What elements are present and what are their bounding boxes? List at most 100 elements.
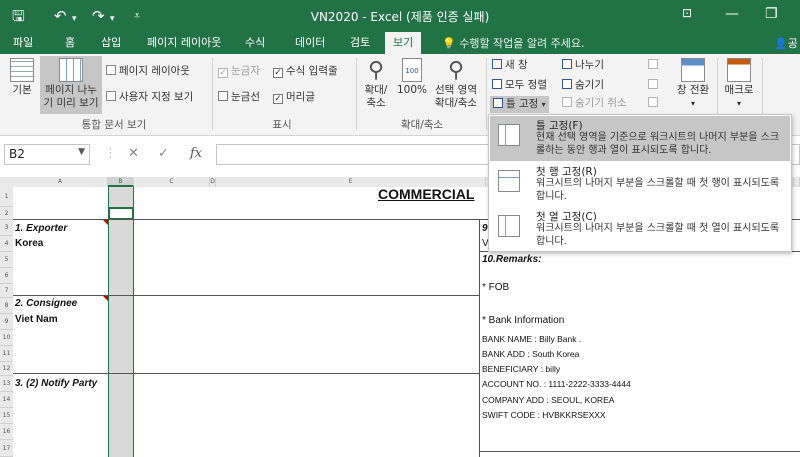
cell-border bbox=[479, 219, 480, 457]
switch-windows-button[interactable]: 창 전환 ▾ bbox=[672, 58, 714, 110]
tell-me-text: 수행할 작업을 알려 주세요. bbox=[459, 37, 585, 50]
ruler-checkbox[interactable]: ✓ 눈금자 bbox=[218, 64, 260, 78]
exporter-value: Korea bbox=[15, 238, 44, 249]
ruler-check-icon: ✓ bbox=[218, 68, 228, 78]
menu-item-freeze-top-row[interactable]: 첫 행 고정(R) 워크시트의 나머지 부분을 스크롤할 때 첫 행이 표시되도… bbox=[490, 162, 790, 207]
comment-indicator[interactable] bbox=[103, 296, 108, 301]
row-header[interactable]: 1 bbox=[0, 187, 13, 207]
tab-view[interactable]: 보기 bbox=[385, 32, 422, 54]
restore-icon[interactable]: ❐ bbox=[765, 6, 778, 22]
selected-column-b[interactable] bbox=[108, 187, 134, 457]
headings-checkbox[interactable]: ✓ 머리글 bbox=[273, 90, 315, 104]
group-separator bbox=[486, 58, 487, 130]
zoom-button[interactable]: ⚲ 확대/ 축소 bbox=[360, 58, 392, 110]
row-header[interactable]: 10 bbox=[0, 330, 13, 346]
macros-button[interactable]: 매크로 ▾ bbox=[720, 58, 758, 110]
hide-button[interactable]: 숨기기 bbox=[562, 78, 604, 92]
tab-formulas[interactable]: 수식 bbox=[245, 35, 265, 51]
row-header[interactable]: 11 bbox=[0, 346, 13, 362]
cell-border bbox=[13, 373, 479, 374]
ribbon-display-icon[interactable]: ⊡ bbox=[682, 6, 692, 20]
macros-icon bbox=[727, 58, 751, 82]
row-header[interactable]: 6 bbox=[0, 268, 13, 284]
row-header[interactable]: 13 bbox=[0, 376, 13, 392]
menu-item-freeze-first-column[interactable]: 첫 열 고정(C) 워크시트의 나머지 부분을 스크롤할 때 첫 열이 표시되도… bbox=[490, 207, 790, 252]
zoom-100-label: 100% bbox=[396, 84, 428, 96]
account-button[interactable]: 👤공 bbox=[774, 35, 798, 51]
tell-me-box[interactable]: 💡 수행할 작업을 알려 주세요. bbox=[442, 35, 585, 51]
tab-home[interactable]: 홈 bbox=[65, 35, 75, 51]
freeze-panes-icon bbox=[493, 98, 503, 108]
row-header[interactable]: 15 bbox=[0, 408, 13, 424]
column-header-a[interactable]: A bbox=[13, 177, 108, 187]
headings-label: 머리글 bbox=[286, 91, 315, 103]
bank-info-heading: * Bank Information bbox=[482, 315, 565, 326]
custom-views-button[interactable]: 사용자 지정 보기 bbox=[106, 90, 193, 104]
beneficiary: BENEFICIARY : billy bbox=[482, 364, 561, 374]
minimize-icon[interactable]: — bbox=[725, 6, 739, 22]
arrange-all-button[interactable]: 모두 정렬 bbox=[492, 78, 547, 92]
menu-item-freeze-panes[interactable]: 틀 고정(F) 현재 선택 영역을 기준으로 워크시트의 나머지 부분을 스크롤… bbox=[490, 116, 790, 161]
swift-code: SWIFT CODE : HVBKKRSEXXX bbox=[482, 410, 606, 420]
account-label: 공 bbox=[787, 37, 798, 50]
tab-page-layout[interactable]: 페이지 레이아웃 bbox=[147, 35, 221, 51]
gridlines-check-icon bbox=[218, 91, 228, 101]
tab-file[interactable]: 파일 bbox=[13, 35, 33, 51]
consignee-value: Viet Nam bbox=[15, 314, 58, 325]
row-header[interactable]: 17 bbox=[0, 440, 13, 457]
sync-scroll-icon[interactable] bbox=[648, 78, 661, 92]
page-layout-view-button[interactable]: 페이지 레이아웃 bbox=[106, 64, 190, 78]
unhide-button[interactable]: 숨기기 취소 bbox=[562, 96, 627, 110]
freeze-panes-icon bbox=[498, 124, 520, 146]
normal-view-button[interactable]: 기본 bbox=[6, 58, 38, 97]
freeze-panes-button[interactable]: 틀 고정 ▾ bbox=[490, 96, 549, 113]
arrange-all-icon bbox=[492, 79, 502, 89]
reset-window-icon[interactable] bbox=[648, 96, 661, 110]
page-break-preview-icon bbox=[59, 58, 83, 82]
tab-insert[interactable]: 삽입 bbox=[101, 35, 121, 51]
split-button[interactable]: 나누기 bbox=[562, 58, 604, 72]
unhide-icon bbox=[562, 97, 572, 107]
hide-icon bbox=[562, 79, 572, 89]
comment-indicator[interactable] bbox=[103, 220, 108, 225]
name-box[interactable]: B2 ▼ bbox=[4, 144, 90, 165]
menu-item-description: 워크시트의 나머지 부분을 스크롤할 때 첫 행이 표시되도록 합니다. bbox=[536, 178, 780, 202]
zoom-label-1: 확대/ bbox=[364, 84, 388, 96]
ribbon-tabs: 파일 홈 삽입 페이지 레이아웃 수식 데이터 검토 보기 💡 수행할 작업을 … bbox=[0, 32, 800, 54]
zoom-100-button[interactable]: 100 100% bbox=[396, 58, 428, 97]
row-header[interactable]: 7 bbox=[0, 284, 13, 298]
enter-icon[interactable]: ✓ bbox=[158, 146, 169, 161]
insert-function-icon[interactable]: fx bbox=[190, 146, 202, 161]
tab-data[interactable]: 데이터 bbox=[295, 35, 325, 51]
zoom-selection-button[interactable]: ⚲ 선택 영역 확대/축소 bbox=[430, 58, 482, 110]
row-header[interactable]: 9 bbox=[0, 314, 13, 330]
column-header-c[interactable]: C bbox=[134, 177, 210, 187]
tab-review[interactable]: 검토 bbox=[350, 35, 370, 51]
title-bar: 🖫 ↶ ▾ ↷ ▾ ⩡ VN2020 - Excel (제품 인증 실패) ⊡ … bbox=[0, 0, 800, 32]
row-header[interactable]: 16 bbox=[0, 424, 13, 440]
zoom-selection-label-2: 확대/축소 bbox=[434, 97, 478, 109]
row-header[interactable]: 12 bbox=[0, 362, 13, 376]
row-header[interactable]: 3 bbox=[0, 220, 13, 236]
custom-views-icon bbox=[106, 91, 116, 101]
group-label-show: 표시 bbox=[272, 119, 292, 131]
name-box-value: B2 bbox=[9, 147, 25, 161]
remarks-label: 10.Remarks: bbox=[482, 254, 542, 265]
row-header[interactable]: 5 bbox=[0, 252, 13, 268]
chevron-down-icon[interactable]: ▼ bbox=[78, 147, 85, 157]
row-header[interactable]: 14 bbox=[0, 392, 13, 408]
gridlines-checkbox[interactable]: 눈금선 bbox=[218, 90, 260, 104]
magnifier-icon: ⚲ bbox=[367, 58, 385, 83]
ruler-label: 눈금자 bbox=[231, 65, 260, 77]
row-header[interactable]: 4 bbox=[0, 236, 13, 252]
column-header-b[interactable]: B bbox=[108, 177, 134, 187]
page-break-preview-button[interactable]: 페이지 나누 기 미리 보기 bbox=[40, 56, 102, 114]
new-window-button[interactable]: 새 창 bbox=[492, 58, 528, 72]
zoom-100-icon: 100 bbox=[402, 58, 422, 82]
view-side-by-side-icon[interactable] bbox=[648, 58, 661, 72]
formula-bar-checkbox[interactable]: ✓ 수식 입력줄 bbox=[273, 64, 338, 78]
select-all-corner[interactable] bbox=[0, 177, 13, 187]
row-header[interactable]: 2 bbox=[0, 207, 13, 220]
cancel-icon[interactable]: ✕ bbox=[128, 146, 139, 161]
row-header[interactable]: 8 bbox=[0, 298, 13, 314]
